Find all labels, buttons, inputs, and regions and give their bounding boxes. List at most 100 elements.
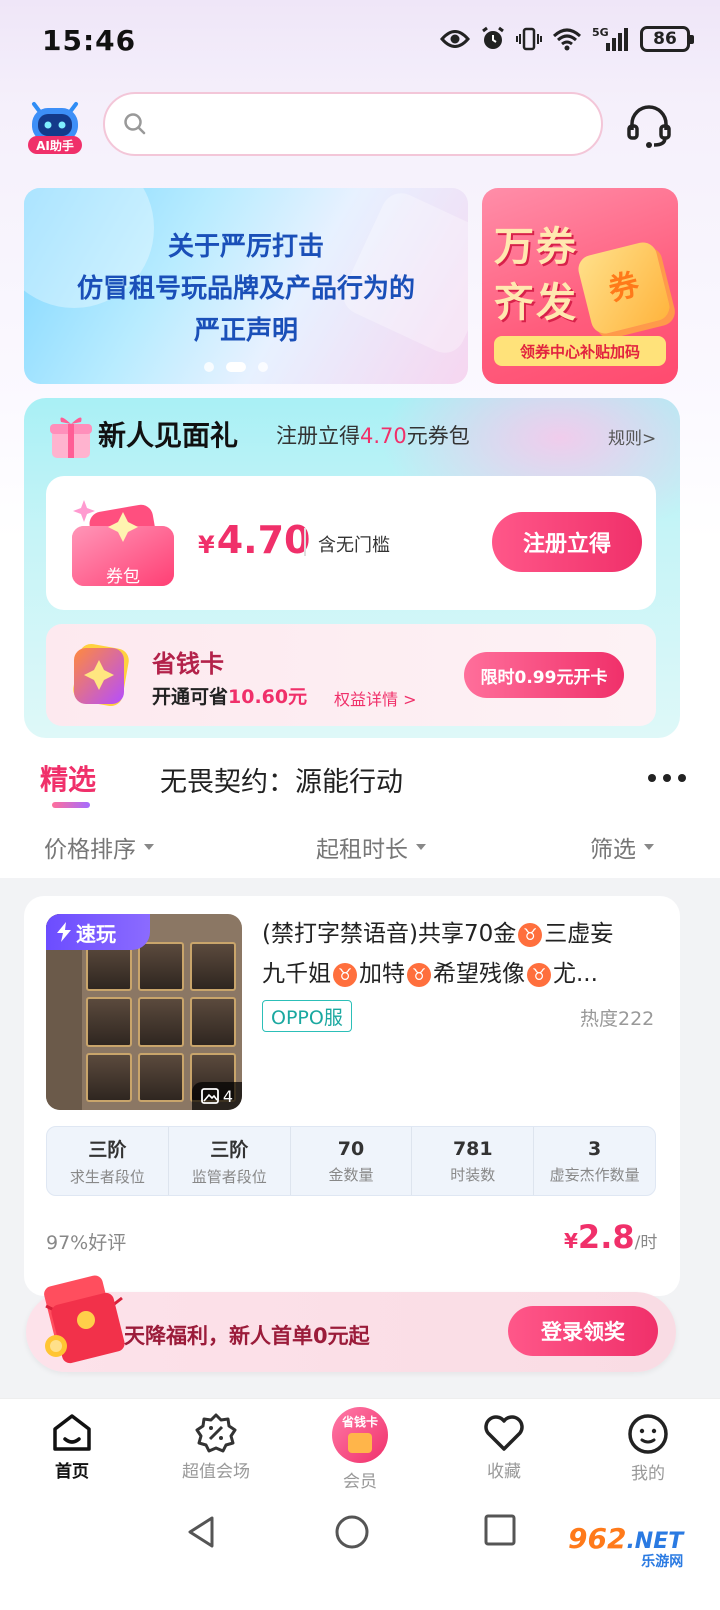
price-value: 4.70 bbox=[216, 518, 311, 562]
bottom-navigation: 首页 超值会场 省钱卡 会员 收藏 我的 bbox=[0, 1398, 720, 1498]
pagination-dot-active bbox=[226, 362, 246, 372]
lightning-icon bbox=[57, 922, 71, 942]
discount-icon bbox=[195, 1413, 237, 1453]
tab-featured[interactable]: 精选 bbox=[40, 758, 96, 798]
screen-filter[interactable]: 筛选 bbox=[590, 830, 654, 864]
home-icon bbox=[53, 1414, 91, 1451]
nav-label: 我的 bbox=[631, 1464, 665, 1484]
more-icon[interactable] bbox=[646, 770, 688, 784]
recent-apps-icon[interactable] bbox=[482, 1512, 518, 1548]
vibrate-icon bbox=[516, 27, 542, 51]
ai-assistant-button[interactable]: AI助手 bbox=[26, 98, 84, 158]
listing-title[interactable]: (禁打字禁语音)共享70金 ♉ 三虚妄 九千姐 ♉ 加特 ♉ 希望残像 ♉ 尤... bbox=[262, 914, 662, 994]
coupon-stack-illustration: 券 bbox=[575, 239, 673, 337]
banner-line-1: 关于严厉打击 bbox=[167, 232, 324, 262]
promo-text: 天降福利，新人首单0元起 bbox=[124, 1324, 370, 1348]
register-claim-button[interactable]: 注册立得 bbox=[492, 512, 642, 572]
status-icons: 5G 86 bbox=[440, 26, 694, 52]
stat-value: 70 bbox=[337, 1137, 365, 1160]
search-bar[interactable] bbox=[103, 92, 603, 156]
price-sort-filter[interactable]: 价格排序 bbox=[44, 830, 154, 864]
title-part: 三虚妄 bbox=[544, 921, 614, 947]
banner-pagination bbox=[204, 362, 268, 372]
nav-home[interactable]: 首页 bbox=[0, 1399, 144, 1498]
screen-filter-label: 筛选 bbox=[590, 837, 636, 863]
nav-deals[interactable]: 超值会场 bbox=[144, 1399, 288, 1498]
character-cell bbox=[86, 1052, 132, 1102]
nav-favorites[interactable]: 收藏 bbox=[432, 1399, 576, 1498]
stat-label: 金数量 bbox=[328, 1165, 374, 1184]
price-currency: ¥ bbox=[198, 531, 215, 559]
back-icon[interactable] bbox=[182, 1512, 222, 1552]
stat-value: 781 bbox=[452, 1137, 493, 1160]
gift-subtitle: 注册立得4.70元券包 bbox=[276, 420, 470, 450]
nav-label: 会员 bbox=[343, 1472, 377, 1492]
heart-icon bbox=[484, 1415, 524, 1451]
signal-icon: 5G bbox=[592, 26, 628, 51]
character-cell bbox=[190, 997, 236, 1047]
saving-card-desc: 开通可省10.60元 bbox=[152, 682, 307, 709]
divider bbox=[304, 528, 306, 556]
profile-icon bbox=[628, 1414, 668, 1454]
gift-title: 新人见面礼 bbox=[98, 419, 239, 452]
wallet-label: 券包 bbox=[106, 567, 140, 587]
customer-service-button[interactable] bbox=[626, 104, 672, 150]
character-cell bbox=[190, 942, 236, 992]
login-claim-button[interactable]: 登录领奖 bbox=[508, 1306, 658, 1356]
open-saving-card-button[interactable]: 限时0.99元开卡 bbox=[464, 652, 624, 698]
rent-duration-label: 起租时长 bbox=[316, 837, 408, 863]
eye-icon bbox=[440, 30, 470, 48]
gift-box-icon bbox=[48, 412, 94, 460]
nav-vip[interactable]: 省钱卡 会员 bbox=[288, 1399, 432, 1498]
thumbnail-character-grid bbox=[86, 942, 236, 1102]
red-envelope-icon bbox=[36, 1272, 132, 1368]
nav-profile[interactable]: 我的 bbox=[576, 1399, 720, 1498]
fast-play-label: 速玩 bbox=[76, 921, 116, 946]
caret-down-icon bbox=[644, 844, 654, 850]
taurus-icon: ♉ bbox=[518, 922, 543, 947]
gift-subtitle-amount: 4.70 bbox=[360, 424, 407, 448]
headset-icon bbox=[627, 105, 671, 148]
character-cell bbox=[138, 997, 184, 1047]
tab-valorant-mobile[interactable]: 无畏契约：源能行动 bbox=[160, 760, 403, 799]
alarm-icon bbox=[482, 26, 504, 49]
coupon-wallet-icon: 券包 bbox=[70, 494, 176, 588]
site-watermark: 962.NET 乐游网 bbox=[568, 1522, 683, 1571]
ai-label: AI助手 bbox=[36, 139, 74, 153]
nav-label: 首页 bbox=[55, 1462, 89, 1482]
rent-price: ¥2.8/时 bbox=[564, 1218, 657, 1256]
saving-desc-amount: 10.60元 bbox=[228, 686, 308, 708]
character-cell bbox=[86, 997, 132, 1047]
server-tag: OPPO服 bbox=[262, 1000, 352, 1032]
stat-label: 监管者段位 bbox=[191, 1168, 267, 1186]
image-count-badge: 4 bbox=[192, 1082, 242, 1110]
positive-rating: 97%好评 bbox=[46, 1232, 127, 1254]
watermark-main: 962 bbox=[568, 1522, 627, 1555]
image-icon bbox=[201, 1088, 219, 1104]
battery-level: 86 bbox=[653, 29, 677, 49]
stat-value: 三阶 bbox=[88, 1139, 127, 1161]
pagination-dot bbox=[204, 362, 214, 372]
pagination-dot bbox=[258, 362, 268, 372]
rules-link[interactable]: 规则> bbox=[608, 424, 656, 449]
saving-card-title: 省钱卡 bbox=[152, 650, 224, 678]
taurus-icon: ♉ bbox=[527, 962, 551, 987]
saving-card-icon bbox=[68, 642, 134, 708]
stat-label: 求生者段位 bbox=[69, 1168, 145, 1186]
benefits-details-link[interactable]: 权益详情 > bbox=[334, 686, 417, 710]
nav-label: 超值会场 bbox=[182, 1462, 250, 1482]
character-cell bbox=[138, 1052, 184, 1102]
caret-down-icon bbox=[416, 844, 426, 850]
home-circle-icon[interactable] bbox=[332, 1512, 372, 1552]
search-input[interactable] bbox=[157, 111, 557, 137]
gift-subtitle-suffix: 元券包 bbox=[406, 424, 470, 448]
rent-duration-filter[interactable]: 起租时长 bbox=[316, 830, 426, 864]
announcement-banner[interactable]: 关于严厉打击 仿冒租号玩品牌及产品行为的 严正声明 bbox=[24, 188, 468, 384]
gift-subtitle-prefix: 注册立得 bbox=[276, 424, 360, 448]
price-value: 2.8 bbox=[577, 1218, 635, 1256]
image-count: 4 bbox=[222, 1086, 234, 1106]
coupon-banner-title-2: 齐发 bbox=[494, 280, 578, 326]
coupon-char: 券 bbox=[605, 266, 643, 309]
status-time: 15:46 bbox=[42, 24, 137, 57]
wifi-icon bbox=[552, 28, 582, 51]
